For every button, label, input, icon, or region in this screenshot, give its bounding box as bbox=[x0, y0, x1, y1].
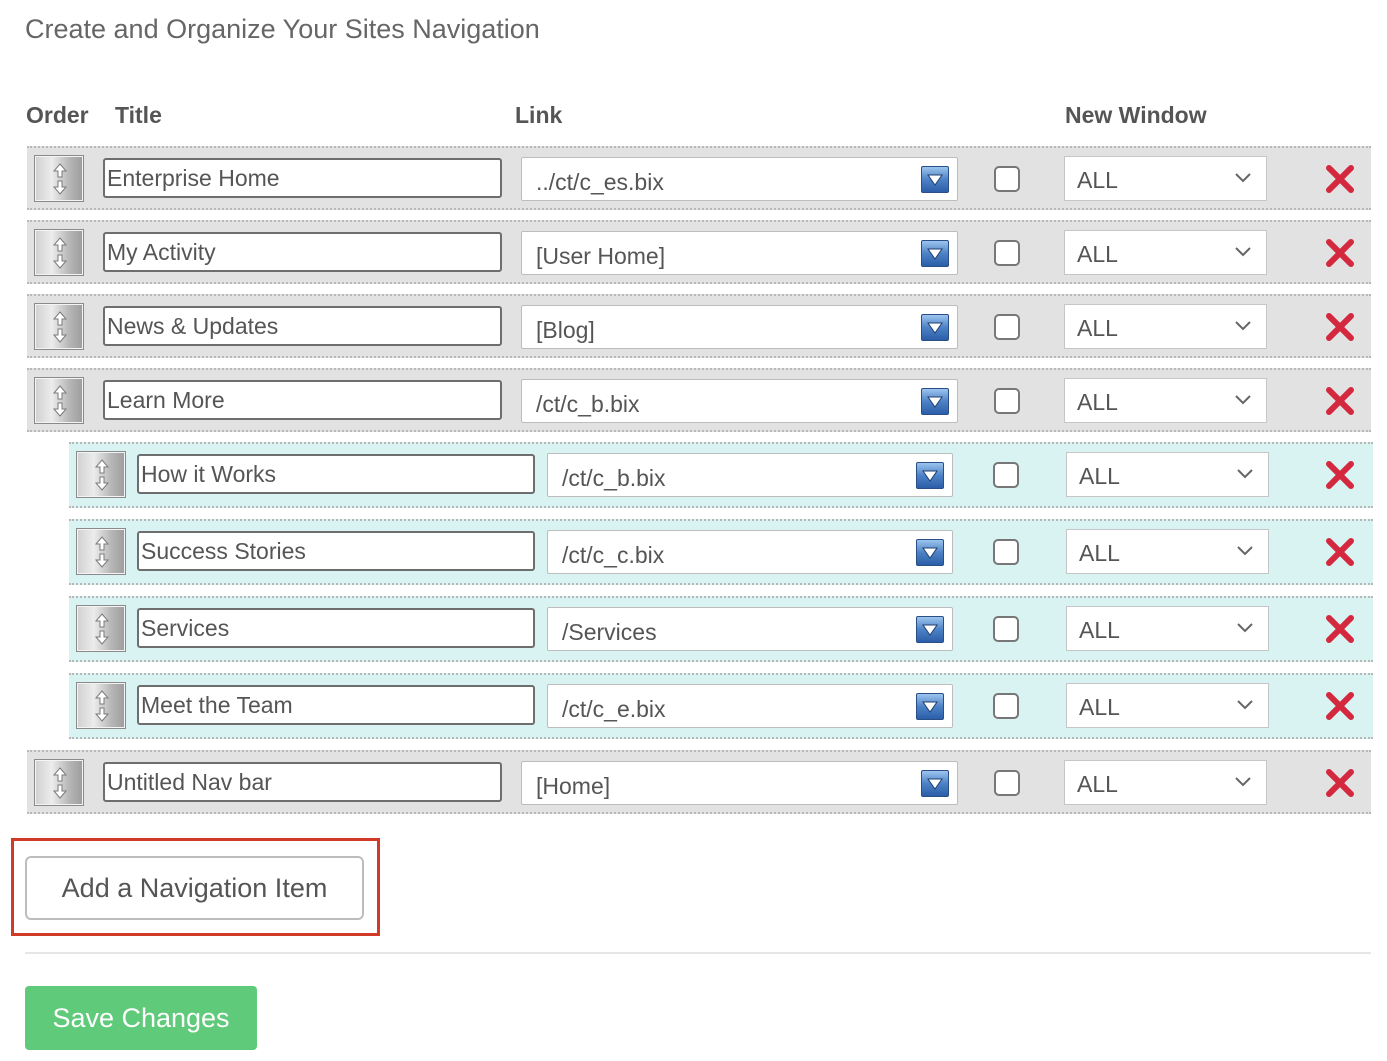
target-select[interactable]: ALL bbox=[1066, 452, 1269, 497]
link-value: /ct/c_c.bix bbox=[562, 542, 665, 568]
title-input[interactable] bbox=[137, 531, 535, 571]
delete-icon[interactable] bbox=[1325, 691, 1355, 721]
target-value: ALL bbox=[1079, 463, 1120, 489]
new-window-checkbox[interactable] bbox=[994, 388, 1020, 414]
drag-handle-icon[interactable] bbox=[34, 229, 84, 276]
new-window-checkbox[interactable] bbox=[993, 462, 1019, 488]
new-window-checkbox[interactable] bbox=[993, 693, 1019, 719]
link-value: /ct/c_b.bix bbox=[536, 391, 640, 417]
link-field[interactable]: [User Home] bbox=[521, 231, 958, 275]
new-window-checkbox[interactable] bbox=[993, 616, 1019, 642]
link-value: /Services bbox=[562, 619, 657, 645]
link-value: /ct/c_e.bix bbox=[562, 696, 666, 722]
title-input[interactable] bbox=[103, 158, 502, 198]
link-dropdown-icon[interactable] bbox=[921, 770, 949, 797]
link-field[interactable]: /ct/c_c.bix bbox=[547, 530, 953, 574]
title-input[interactable] bbox=[103, 380, 502, 420]
new-window-checkbox[interactable] bbox=[994, 240, 1020, 266]
new-window-checkbox[interactable] bbox=[994, 314, 1020, 340]
title-input[interactable] bbox=[103, 306, 502, 346]
target-select[interactable]: ALL bbox=[1064, 156, 1267, 201]
link-column-header: Link bbox=[515, 102, 563, 128]
target-select[interactable]: ALL bbox=[1066, 606, 1269, 651]
drag-handle-icon[interactable] bbox=[34, 377, 84, 424]
drag-handle-icon[interactable] bbox=[34, 303, 84, 350]
divider bbox=[25, 952, 1371, 954]
order-column-header: Order bbox=[26, 102, 89, 128]
delete-icon[interactable] bbox=[1325, 614, 1355, 644]
link-dropdown-icon[interactable] bbox=[921, 314, 949, 341]
target-select[interactable]: ALL bbox=[1064, 304, 1267, 349]
page-title: Create and Organize Your Sites Navigatio… bbox=[25, 14, 540, 44]
target-value: ALL bbox=[1077, 389, 1118, 415]
target-value: ALL bbox=[1079, 617, 1120, 643]
nav-item-row: /ct/c_b.bix ALL bbox=[27, 368, 1371, 432]
nav-item-row: ../ct/c_es.bix ALL bbox=[27, 146, 1371, 210]
link-field[interactable]: [Blog] bbox=[521, 305, 958, 349]
drag-handle-icon[interactable] bbox=[76, 605, 126, 652]
target-select[interactable]: ALL bbox=[1064, 230, 1267, 275]
title-input[interactable] bbox=[137, 454, 535, 494]
link-field[interactable]: /ct/c_e.bix bbox=[547, 684, 953, 728]
link-field[interactable]: /Services bbox=[547, 607, 953, 651]
target-value: ALL bbox=[1079, 694, 1120, 720]
drag-handle-icon[interactable] bbox=[34, 155, 84, 202]
new-window-checkbox[interactable] bbox=[994, 770, 1020, 796]
nav-item-row: [Home] ALL bbox=[27, 750, 1371, 814]
drag-handle-icon[interactable] bbox=[76, 528, 126, 575]
delete-icon[interactable] bbox=[1325, 386, 1355, 416]
drag-handle-icon[interactable] bbox=[76, 451, 126, 498]
link-field[interactable]: /ct/c_b.bix bbox=[521, 379, 958, 423]
target-value: ALL bbox=[1077, 771, 1118, 797]
link-value: [User Home] bbox=[536, 243, 666, 269]
drag-handle-icon[interactable] bbox=[76, 682, 126, 729]
delete-icon[interactable] bbox=[1325, 460, 1355, 490]
title-input[interactable] bbox=[137, 685, 535, 725]
target-select[interactable]: ALL bbox=[1064, 378, 1267, 423]
link-dropdown-icon[interactable] bbox=[916, 539, 944, 566]
target-value: ALL bbox=[1077, 315, 1118, 341]
nav-sub-item-row: /ct/c_b.bix ALL bbox=[69, 442, 1373, 508]
target-select[interactable]: ALL bbox=[1066, 683, 1269, 728]
title-input[interactable] bbox=[103, 232, 502, 272]
delete-icon[interactable] bbox=[1325, 164, 1355, 194]
target-value: ALL bbox=[1079, 540, 1120, 566]
title-input[interactable] bbox=[137, 608, 535, 648]
link-dropdown-icon[interactable] bbox=[921, 388, 949, 415]
delete-icon[interactable] bbox=[1325, 312, 1355, 342]
link-dropdown-icon[interactable] bbox=[921, 166, 949, 193]
target-select[interactable]: ALL bbox=[1064, 760, 1267, 805]
nav-sub-item-row: /Services ALL bbox=[69, 596, 1373, 662]
nav-item-row: [User Home] ALL bbox=[27, 220, 1371, 284]
target-value: ALL bbox=[1077, 167, 1118, 193]
nav-sub-item-row: /ct/c_c.bix ALL bbox=[69, 519, 1373, 585]
nav-item-row: [Blog] ALL bbox=[27, 294, 1371, 358]
navigation-editor: Create and Organize Your Sites Navigatio… bbox=[0, 0, 1387, 1061]
target-value: ALL bbox=[1077, 241, 1118, 267]
new-window-checkbox[interactable] bbox=[993, 539, 1019, 565]
link-dropdown-icon[interactable] bbox=[916, 693, 944, 720]
link-dropdown-icon[interactable] bbox=[916, 616, 944, 643]
new-window-checkbox[interactable] bbox=[994, 166, 1020, 192]
link-field[interactable]: /ct/c_b.bix bbox=[547, 453, 953, 497]
add-navigation-item-button[interactable]: Add a Navigation Item bbox=[25, 856, 364, 920]
link-field[interactable]: [Home] bbox=[521, 761, 958, 805]
link-dropdown-icon[interactable] bbox=[921, 240, 949, 267]
link-value: ../ct/c_es.bix bbox=[536, 169, 664, 195]
delete-icon[interactable] bbox=[1325, 238, 1355, 268]
delete-icon[interactable] bbox=[1325, 537, 1355, 567]
nav-sub-item-row: /ct/c_e.bix ALL bbox=[69, 673, 1373, 739]
title-input[interactable] bbox=[103, 762, 502, 802]
drag-handle-icon[interactable] bbox=[34, 759, 84, 806]
link-dropdown-icon[interactable] bbox=[916, 462, 944, 489]
link-value: /ct/c_b.bix bbox=[562, 465, 666, 491]
link-value: [Blog] bbox=[536, 317, 595, 343]
title-column-header: Title bbox=[115, 102, 162, 128]
delete-icon[interactable] bbox=[1325, 768, 1355, 798]
save-changes-button[interactable]: Save Changes bbox=[25, 986, 257, 1050]
link-field[interactable]: ../ct/c_es.bix bbox=[521, 157, 958, 201]
new-window-column-header: New Window bbox=[1065, 102, 1207, 128]
target-select[interactable]: ALL bbox=[1066, 529, 1269, 574]
link-value: [Home] bbox=[536, 773, 611, 799]
